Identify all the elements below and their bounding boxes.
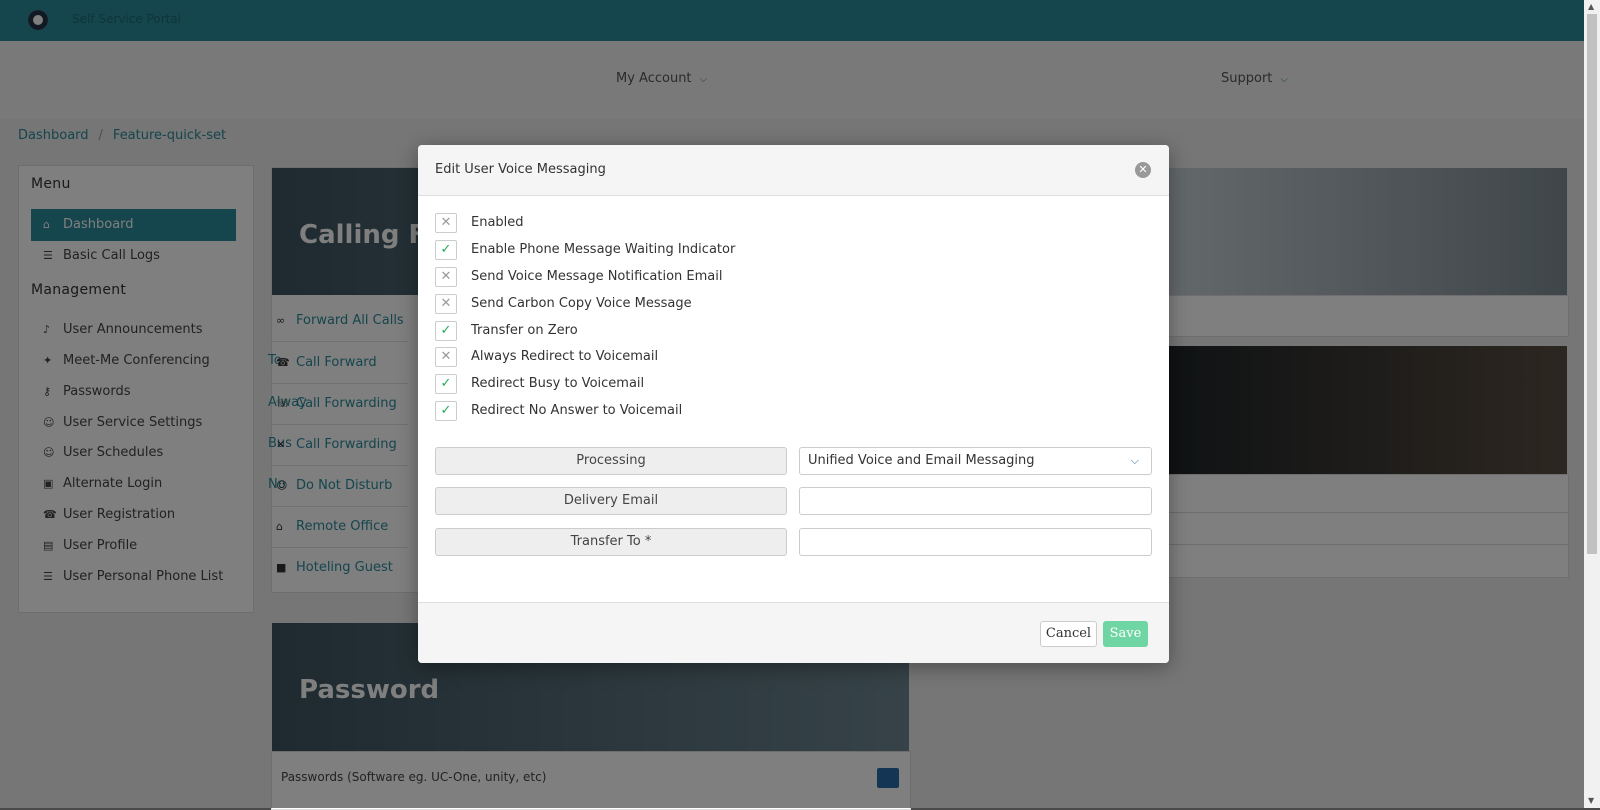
processing-select[interactable]: Unified Voice and Email Messaging ⌵	[799, 447, 1152, 475]
processing-select-value: Unified Voice and Email Messaging	[808, 453, 1035, 468]
chevron-down-icon: ⌵	[1130, 454, 1139, 467]
delivery-email-field[interactable]	[799, 487, 1152, 515]
checkbox-label: Send Voice Message Notification Email	[471, 269, 723, 284]
checkbox-label: Send Carbon Copy Voice Message	[471, 296, 692, 311]
transfer-to-label: Transfer To *	[435, 528, 787, 556]
checkbox-unchecked[interactable]: ✕	[435, 267, 457, 287]
modal-header: Edit User Voice Messaging ✕	[418, 145, 1169, 196]
save-button[interactable]: Save	[1103, 621, 1148, 647]
checkbox-unchecked[interactable]: ✕	[435, 347, 457, 367]
delivery-email-label: Delivery Email	[435, 487, 787, 515]
checkbox-label: Always Redirect to Voicemail	[471, 349, 659, 364]
checkbox-label: Enabled	[471, 215, 524, 230]
cancel-button[interactable]: Cancel	[1040, 621, 1097, 647]
checkbox-checked[interactable]: ✓	[435, 321, 457, 341]
checkbox-unchecked[interactable]: ✕	[435, 213, 457, 233]
scrollbar-thumb[interactable]	[1587, 14, 1597, 554]
edit-voice-messaging-modal: Edit User Voice Messaging ✕ ✕ Enabled ✓ Ena…	[418, 145, 1169, 663]
transfer-to-field[interactable]	[799, 528, 1152, 556]
scroll-up-icon[interactable]: ▲	[1588, 2, 1594, 11]
checkbox-label: Enable Phone Message Waiting Indicator	[471, 242, 736, 257]
checkbox-checked[interactable]: ✓	[435, 401, 457, 421]
modal-title: Edit User Voice Messaging	[435, 162, 606, 177]
processing-label: Processing	[435, 447, 787, 475]
checkbox-label: Transfer on Zero	[471, 323, 578, 338]
checkbox-checked[interactable]: ✓	[435, 240, 457, 260]
checkbox-unchecked[interactable]: ✕	[435, 294, 457, 314]
checkbox-label: Redirect No Answer to Voicemail	[471, 403, 683, 418]
modal-footer: Cancel Save	[418, 602, 1169, 663]
checkbox-checked[interactable]: ✓	[435, 374, 457, 394]
scroll-down-icon[interactable]: ▼	[1588, 796, 1594, 805]
checkbox-label: Redirect Busy to Voicemail	[471, 376, 645, 391]
close-icon[interactable]: ✕	[1135, 162, 1151, 178]
